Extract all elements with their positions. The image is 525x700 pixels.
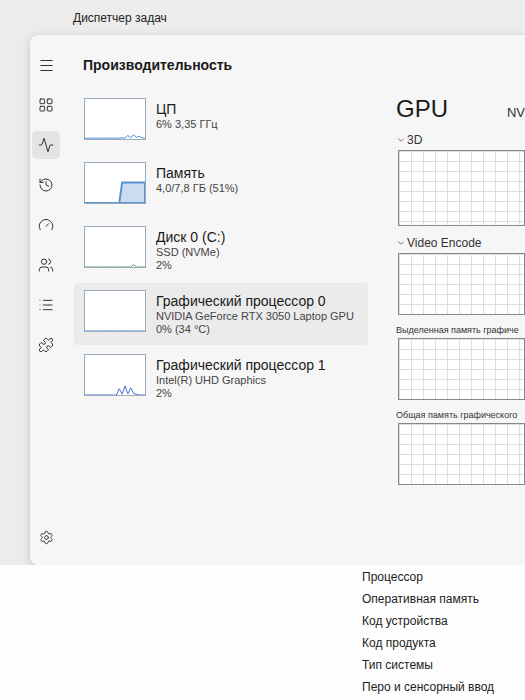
usage-graph-icon [84,98,146,140]
main: ПроизводительностьЦП6% 3,35 ГГцПамять4,0… [74,35,525,565]
nav-icon [38,217,54,233]
chart-area [398,423,525,485]
detail-panel: GPU NV 3D Video Encode Выделенная память гра… [396,91,525,485]
detail-vendor: NV [507,105,525,120]
chevron-icon[interactable] [396,135,406,145]
sidebar-item[interactable] [32,291,60,319]
device-reading: 4,0/7,8 ГБ (51%) [156,182,238,194]
nav-icon [38,137,54,153]
chart-label[interactable]: Video Encode [396,236,525,250]
sidebar-item[interactable] [32,251,60,279]
settings-icon[interactable] [32,523,60,551]
chart-area [398,338,525,400]
chart: 3D [396,133,525,226]
chart-label: Выделенная память графиче [396,325,525,335]
device-list: ЦП6% 3,35 ГГцПамять4,0/7,8 ГБ (51%)Диск … [74,91,368,485]
menu-icon[interactable] [32,51,60,79]
screen: Диспетчер задачПроизводительность ЦП6% 3,… [0,0,525,700]
usage-graph-icon [84,226,146,268]
device-row[interactable]: Графический процессор 1Intel(R) UHD Grap… [74,347,368,409]
device-row[interactable]: Память4,0/7,8 ГБ (51%) [74,155,368,217]
device-name: Графический процессор 0 [156,293,354,309]
device-name: ЦП [156,101,218,117]
info-line: Код продукта [362,634,525,652]
window-title: Диспетчер задач [0,0,525,35]
device-model: NVIDIA GeForce RTX 3050 Laptop GPU [156,310,354,322]
device-reading: 0% (34 °C) [156,323,354,335]
device-name: Диск 0 (C:) [156,229,225,245]
detail-title: GPU [396,95,448,123]
device-model: Intel(R) UHD Graphics [156,374,326,386]
device-name: Графический процессор 1 [156,357,326,373]
device-reading: 2% [156,259,225,271]
page-title: Производительность [74,35,525,77]
task-manager-window: ПроизводительностьЦП6% 3,35 ГГцПамять4,0… [30,35,525,565]
nav-icon [38,177,54,193]
device-row[interactable]: Графический процессор 0NVIDIA GeForce RT… [74,283,368,345]
device-row[interactable]: Диск 0 (C:)SSD (NVMe)2% [74,219,368,281]
device-row[interactable]: ЦП6% 3,35 ГГц [74,91,368,153]
device-reading: 2% [156,387,326,399]
chart-label: Общая память графического [396,410,525,420]
device-model: SSD (NVMe) [156,246,225,258]
system-info-window: Процессор Оперативная память Код устройств… [0,565,525,700]
chart: Video Encode [396,236,525,315]
info-line: Оперативная память [362,590,525,608]
info-line: Перо и сенсорный ввод [362,678,525,696]
info-line: Процессор [362,568,525,586]
sidebar-item[interactable] [32,331,60,359]
nav-icon [38,337,54,353]
usage-graph-icon [84,162,146,204]
sidebar [30,35,74,565]
chart-area [398,150,525,226]
chart-area [398,253,525,315]
sidebar-item[interactable] [32,211,60,239]
chart-label[interactable]: 3D [396,133,525,147]
info-line: Код устройства [362,612,525,630]
usage-graph-icon [84,290,146,332]
device-name: Память [156,165,238,181]
nav-icon [38,257,54,273]
nav-icon [38,297,54,313]
sidebar-item[interactable] [32,131,60,159]
chevron-icon[interactable] [396,238,406,248]
info-line: Тип системы [362,656,525,674]
chart: Выделенная память графиче [396,325,525,400]
sidebar-item[interactable] [32,91,60,119]
usage-graph-icon [84,354,146,396]
sidebar-item[interactable] [32,171,60,199]
nav-icon [38,97,54,113]
chart: Общая память графического [396,410,525,485]
device-reading: 6% 3,35 ГГц [156,118,218,130]
